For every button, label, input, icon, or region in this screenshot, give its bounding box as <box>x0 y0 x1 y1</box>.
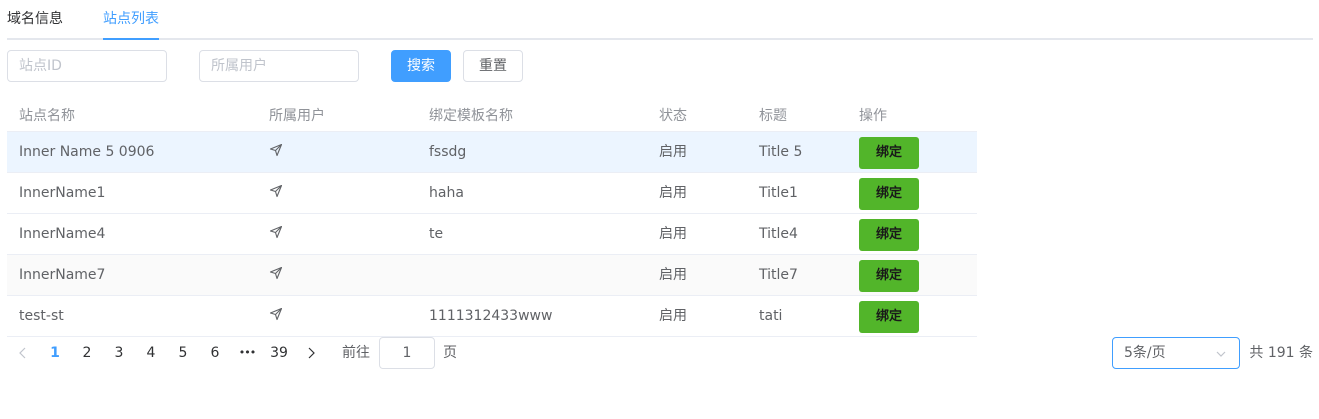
header-user: 所属用户 <box>269 108 325 124</box>
tab-bar: 域名信息 站点列表 <box>7 0 1313 40</box>
goto-prefix: 前往 <box>342 345 370 361</box>
active-tab-indicator <box>103 38 159 40</box>
header-title: 标题 <box>759 108 787 124</box>
page-ellipsis[interactable]: ••• <box>235 337 259 369</box>
goto-page-input[interactable] <box>379 337 435 369</box>
cell-title: Title7 <box>759 267 798 283</box>
bind-button[interactable]: 绑定 <box>859 301 919 333</box>
header-status: 状态 <box>659 108 687 124</box>
user-input[interactable] <box>199 50 359 82</box>
page-6[interactable]: 6 <box>205 337 225 369</box>
table-row[interactable]: InnerName7 启用 Title7 绑定 <box>7 255 977 296</box>
bind-button[interactable]: 绑定 <box>859 137 919 169</box>
cell-status: 启用 <box>659 144 687 160</box>
cell-status: 启用 <box>659 185 687 201</box>
cell-site-name: test-st <box>19 308 64 324</box>
goto-suffix: 页 <box>443 345 457 361</box>
table-row[interactable]: InnerName1 haha 启用 Title1 绑定 <box>7 173 977 214</box>
pagination: 1 2 3 4 5 6 ••• 39 前往 页 5条/页 共 191 条 <box>7 337 1313 369</box>
cell-template-name: 1111312433www <box>429 308 553 324</box>
header-action: 操作 <box>859 108 887 124</box>
cell-template-name: haha <box>429 185 464 201</box>
page-2[interactable]: 2 <box>77 337 97 369</box>
page-4[interactable]: 4 <box>141 337 161 369</box>
page-3[interactable]: 3 <box>109 337 129 369</box>
site-id-input[interactable] <box>7 50 167 82</box>
cell-site-name: InnerName7 <box>19 267 106 283</box>
cell-template-name: te <box>429 226 444 242</box>
navigation-arrow-icon[interactable] <box>269 307 283 321</box>
reset-button[interactable]: 重置 <box>463 50 523 82</box>
navigation-arrow-icon[interactable] <box>269 143 283 157</box>
tab-domain-info[interactable]: 域名信息 <box>7 0 63 38</box>
chevron-left-icon[interactable] <box>17 337 29 369</box>
cell-site-name: InnerName1 <box>19 185 106 201</box>
page-1[interactable]: 1 <box>45 337 65 369</box>
cell-site-name: Inner Name 5 0906 <box>19 144 155 160</box>
site-table: 站点名称 所属用户 绑定模板名称 状态 标题 操作 Inner Name 5 0… <box>7 96 977 337</box>
page-5[interactable]: 5 <box>173 337 193 369</box>
bind-button[interactable]: 绑定 <box>859 260 919 292</box>
page-size-select[interactable]: 5条/页 <box>1112 337 1240 369</box>
table-row[interactable]: Inner Name 5 0906 fssdg 启用 Title 5 绑定 <box>7 132 977 173</box>
cell-template-name: fssdg <box>429 144 467 160</box>
header-template-name: 绑定模板名称 <box>429 108 513 124</box>
cell-title: Title1 <box>759 185 798 201</box>
tab-site-list[interactable]: 站点列表 <box>103 0 159 38</box>
cell-title: Title4 <box>759 226 798 242</box>
cell-status: 启用 <box>659 267 687 283</box>
cell-title: tati <box>759 308 783 324</box>
search-button[interactable]: 搜索 <box>391 50 451 82</box>
cell-status: 启用 <box>659 226 687 242</box>
table-row[interactable]: InnerName4 te 启用 Title4 绑定 <box>7 214 977 255</box>
total-count: 共 191 条 <box>1249 345 1313 361</box>
header-site-name: 站点名称 <box>19 108 75 124</box>
cell-title: Title 5 <box>759 144 803 160</box>
chevron-down-icon <box>1216 351 1226 357</box>
page-size-value: 5条/页 <box>1124 345 1166 361</box>
page-last[interactable]: 39 <box>267 337 291 369</box>
cell-site-name: InnerName4 <box>19 226 106 242</box>
cell-status: 启用 <box>659 308 687 324</box>
chevron-right-icon[interactable] <box>305 337 317 369</box>
navigation-arrow-icon[interactable] <box>269 266 283 280</box>
bind-button[interactable]: 绑定 <box>859 178 919 210</box>
bind-button[interactable]: 绑定 <box>859 219 919 251</box>
navigation-arrow-icon[interactable] <box>269 184 283 198</box>
navigation-arrow-icon[interactable] <box>269 225 283 239</box>
table-row[interactable]: test-st 1111312433www 启用 tati 绑定 <box>7 296 977 337</box>
table-header: 站点名称 所属用户 绑定模板名称 状态 标题 操作 <box>7 96 977 132</box>
